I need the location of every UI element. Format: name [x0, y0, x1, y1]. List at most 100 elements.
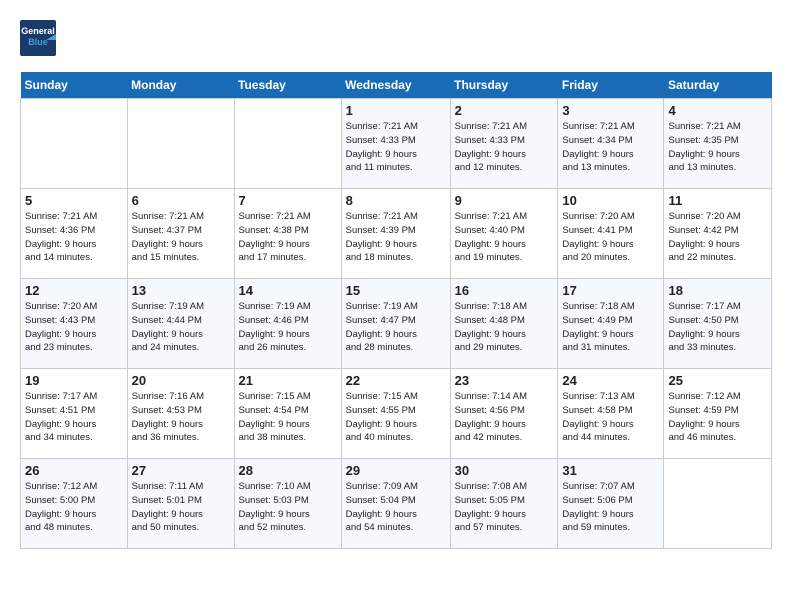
- day-number: 26: [25, 463, 123, 478]
- day-number: 27: [132, 463, 230, 478]
- day-detail: Sunrise: 7:21 AM Sunset: 4:34 PM Dayligh…: [562, 120, 659, 175]
- page-header: General Blue: [20, 20, 772, 56]
- day-number: 22: [346, 373, 446, 388]
- calendar-day: 16 Sunrise: 7:18 AM Sunset: 4:48 PM Dayli…: [450, 279, 558, 369]
- day-detail: Sunrise: 7:09 AM Sunset: 5:04 PM Dayligh…: [346, 480, 446, 535]
- day-number: 11: [668, 193, 767, 208]
- calendar-day: 3 Sunrise: 7:21 AM Sunset: 4:34 PM Daylig…: [558, 99, 664, 189]
- day-number: 5: [25, 193, 123, 208]
- calendar-day: 17 Sunrise: 7:18 AM Sunset: 4:49 PM Dayli…: [558, 279, 664, 369]
- calendar-day: 30 Sunrise: 7:08 AM Sunset: 5:05 PM Dayli…: [450, 459, 558, 549]
- day-detail: Sunrise: 7:17 AM Sunset: 4:51 PM Dayligh…: [25, 390, 123, 445]
- day-number: 10: [562, 193, 659, 208]
- day-detail: Sunrise: 7:21 AM Sunset: 4:36 PM Dayligh…: [25, 210, 123, 265]
- day-detail: Sunrise: 7:21 AM Sunset: 4:37 PM Dayligh…: [132, 210, 230, 265]
- day-number: 30: [455, 463, 554, 478]
- calendar-day: 1Sunrise: 7:21 AM Sunset: 4:33 PM Daylig…: [341, 99, 450, 189]
- day-detail: Sunrise: 7:19 AM Sunset: 4:46 PM Dayligh…: [239, 300, 337, 355]
- day-number: 15: [346, 283, 446, 298]
- calendar-day: 22Sunrise: 7:15 AM Sunset: 4:55 PM Dayli…: [341, 369, 450, 459]
- calendar-table: SundayMondayTuesdayWednesdayThursdayFrid…: [20, 72, 772, 549]
- day-detail: Sunrise: 7:07 AM Sunset: 5:06 PM Dayligh…: [562, 480, 659, 535]
- day-number: 24: [562, 373, 659, 388]
- calendar-day: 6 Sunrise: 7:21 AM Sunset: 4:37 PM Daylig…: [127, 189, 234, 279]
- calendar-day: 23Sunrise: 7:14 AM Sunset: 4:56 PM Dayli…: [450, 369, 558, 459]
- calendar-day: 21 Sunrise: 7:15 AM Sunset: 4:54 PM Dayli…: [234, 369, 341, 459]
- day-detail: Sunrise: 7:21 AM Sunset: 4:35 PM Dayligh…: [668, 120, 767, 175]
- calendar-day: [21, 99, 128, 189]
- day-detail: Sunrise: 7:21 AM Sunset: 4:38 PM Dayligh…: [239, 210, 337, 265]
- day-number: 7: [239, 193, 337, 208]
- calendar-day: 29Sunrise: 7:09 AM Sunset: 5:04 PM Dayli…: [341, 459, 450, 549]
- header-tuesday: Tuesday: [234, 72, 341, 99]
- calendar-day: [127, 99, 234, 189]
- day-detail: Sunrise: 7:15 AM Sunset: 4:54 PM Dayligh…: [239, 390, 337, 445]
- calendar-day: 9 Sunrise: 7:21 AM Sunset: 4:40 PM Daylig…: [450, 189, 558, 279]
- day-number: 8: [346, 193, 446, 208]
- calendar-day: 31 Sunrise: 7:07 AM Sunset: 5:06 PM Dayli…: [558, 459, 664, 549]
- day-number: 3: [562, 103, 659, 118]
- day-number: 6: [132, 193, 230, 208]
- day-detail: Sunrise: 7:21 AM Sunset: 4:40 PM Dayligh…: [455, 210, 554, 265]
- calendar-day: 25Sunrise: 7:12 AM Sunset: 4:59 PM Dayli…: [664, 369, 772, 459]
- calendar-day: 27 Sunrise: 7:11 AM Sunset: 5:01 PM Dayli…: [127, 459, 234, 549]
- day-number: 2: [455, 103, 554, 118]
- header-monday: Monday: [127, 72, 234, 99]
- calendar-day: 7 Sunrise: 7:21 AM Sunset: 4:38 PM Daylig…: [234, 189, 341, 279]
- day-number: 13: [132, 283, 230, 298]
- day-number: 17: [562, 283, 659, 298]
- calendar-day: 20Sunrise: 7:16 AM Sunset: 4:53 PM Dayli…: [127, 369, 234, 459]
- day-detail: Sunrise: 7:21 AM Sunset: 4:33 PM Dayligh…: [346, 120, 446, 175]
- day-detail: Sunrise: 7:18 AM Sunset: 4:49 PM Dayligh…: [562, 300, 659, 355]
- calendar-day: 13Sunrise: 7:19 AM Sunset: 4:44 PM Dayli…: [127, 279, 234, 369]
- calendar-day: 19Sunrise: 7:17 AM Sunset: 4:51 PM Dayli…: [21, 369, 128, 459]
- calendar-day: 12 Sunrise: 7:20 AM Sunset: 4:43 PM Dayli…: [21, 279, 128, 369]
- header-thursday: Thursday: [450, 72, 558, 99]
- svg-text:General: General: [21, 26, 55, 36]
- day-number: 25: [668, 373, 767, 388]
- calendar-week-5: 26 Sunrise: 7:12 AM Sunset: 5:00 PM Dayli…: [21, 459, 772, 549]
- calendar-week-1: 1Sunrise: 7:21 AM Sunset: 4:33 PM Daylig…: [21, 99, 772, 189]
- calendar-week-2: 5 Sunrise: 7:21 AM Sunset: 4:36 PM Daylig…: [21, 189, 772, 279]
- calendar-day: [234, 99, 341, 189]
- day-number: 14: [239, 283, 337, 298]
- header-wednesday: Wednesday: [341, 72, 450, 99]
- calendar-day: 28Sunrise: 7:10 AM Sunset: 5:03 PM Dayli…: [234, 459, 341, 549]
- calendar-day: 14 Sunrise: 7:19 AM Sunset: 4:46 PM Dayli…: [234, 279, 341, 369]
- calendar-week-4: 19Sunrise: 7:17 AM Sunset: 4:51 PM Dayli…: [21, 369, 772, 459]
- day-number: 16: [455, 283, 554, 298]
- day-number: 9: [455, 193, 554, 208]
- day-number: 23: [455, 373, 554, 388]
- day-detail: Sunrise: 7:12 AM Sunset: 5:00 PM Dayligh…: [25, 480, 123, 535]
- calendar-header: SundayMondayTuesdayWednesdayThursdayFrid…: [21, 72, 772, 99]
- calendar-day: 5 Sunrise: 7:21 AM Sunset: 4:36 PM Daylig…: [21, 189, 128, 279]
- day-detail: Sunrise: 7:10 AM Sunset: 5:03 PM Dayligh…: [239, 480, 337, 535]
- calendar-week-3: 12 Sunrise: 7:20 AM Sunset: 4:43 PM Dayli…: [21, 279, 772, 369]
- calendar-day: 2Sunrise: 7:21 AM Sunset: 4:33 PM Daylig…: [450, 99, 558, 189]
- day-detail: Sunrise: 7:18 AM Sunset: 4:48 PM Dayligh…: [455, 300, 554, 355]
- day-number: 21: [239, 373, 337, 388]
- calendar-day: 15Sunrise: 7:19 AM Sunset: 4:47 PM Dayli…: [341, 279, 450, 369]
- calendar-day: 8 Sunrise: 7:21 AM Sunset: 4:39 PM Daylig…: [341, 189, 450, 279]
- header-saturday: Saturday: [664, 72, 772, 99]
- day-detail: Sunrise: 7:08 AM Sunset: 5:05 PM Dayligh…: [455, 480, 554, 535]
- calendar-day: 4 Sunrise: 7:21 AM Sunset: 4:35 PM Daylig…: [664, 99, 772, 189]
- logo: General Blue: [20, 20, 56, 56]
- day-detail: Sunrise: 7:20 AM Sunset: 4:41 PM Dayligh…: [562, 210, 659, 265]
- day-detail: Sunrise: 7:20 AM Sunset: 4:42 PM Dayligh…: [668, 210, 767, 265]
- day-number: 20: [132, 373, 230, 388]
- day-number: 31: [562, 463, 659, 478]
- day-number: 12: [25, 283, 123, 298]
- day-detail: Sunrise: 7:17 AM Sunset: 4:50 PM Dayligh…: [668, 300, 767, 355]
- day-detail: Sunrise: 7:11 AM Sunset: 5:01 PM Dayligh…: [132, 480, 230, 535]
- day-detail: Sunrise: 7:20 AM Sunset: 4:43 PM Dayligh…: [25, 300, 123, 355]
- svg-text:Blue: Blue: [28, 37, 48, 47]
- calendar-day: 11 Sunrise: 7:20 AM Sunset: 4:42 PM Dayli…: [664, 189, 772, 279]
- day-detail: Sunrise: 7:13 AM Sunset: 4:58 PM Dayligh…: [562, 390, 659, 445]
- header-sunday: Sunday: [21, 72, 128, 99]
- logo-icon: General Blue: [20, 20, 56, 56]
- calendar-day: 18 Sunrise: 7:17 AM Sunset: 4:50 PM Dayli…: [664, 279, 772, 369]
- day-detail: Sunrise: 7:21 AM Sunset: 4:39 PM Dayligh…: [346, 210, 446, 265]
- day-number: 18: [668, 283, 767, 298]
- day-number: 4: [668, 103, 767, 118]
